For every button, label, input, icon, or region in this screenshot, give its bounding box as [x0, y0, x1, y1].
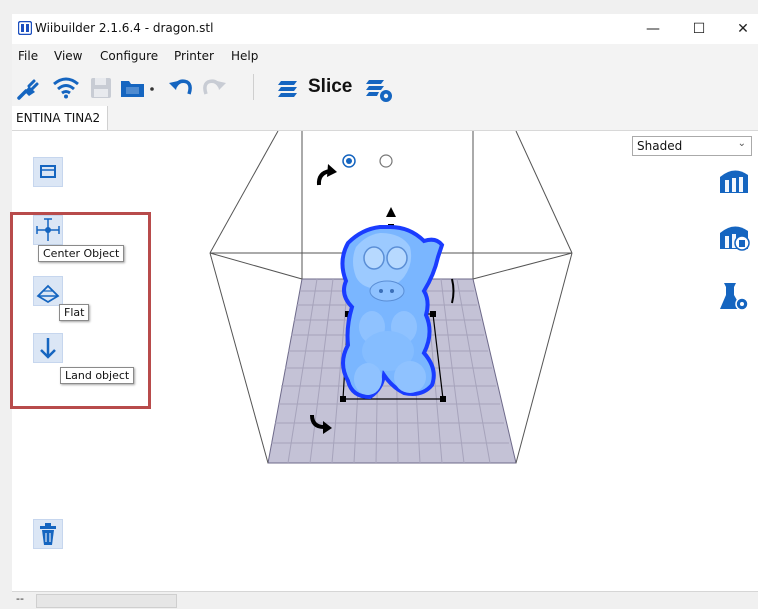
delete-button[interactable] [33, 519, 63, 549]
menu-configure[interactable]: Configure [100, 49, 158, 63]
flat-tooltip: Flat [59, 304, 90, 321]
reset-view-icon [40, 165, 56, 178]
land-object-icon [40, 338, 56, 359]
land-object-button[interactable] [33, 333, 63, 363]
center-object-tooltip: Center Object [38, 245, 125, 262]
trash-icon [40, 523, 56, 545]
undo-icon[interactable] [167, 76, 193, 100]
view-radio-2[interactable] [379, 154, 393, 168]
app-logo-icon [18, 21, 32, 35]
menu-printer[interactable]: Printer [174, 49, 214, 63]
menu-view[interactable]: View [54, 49, 82, 63]
center-object-icon [36, 218, 60, 241]
toolbar: Slice [12, 68, 758, 106]
flat-button[interactable] [33, 276, 63, 306]
toolbar-separator [253, 74, 254, 100]
menu-bar: File View Configure Printer Help [12, 44, 758, 68]
3d-viewport[interactable]: Shaded ⌄ Center Object Flat Land object [10, 131, 758, 591]
menu-help[interactable]: Help [231, 49, 258, 63]
slice-layers-icon[interactable] [275, 79, 301, 99]
close-button[interactable]: ✕ [728, 18, 758, 40]
support-icon[interactable] [716, 163, 752, 197]
status-bar: -- [12, 591, 758, 609]
land-object-tooltip: Land object [60, 367, 135, 384]
view-mode-select[interactable]: Shaded ⌄ [632, 136, 752, 156]
tab-printer[interactable]: ENTINA TINA2 [12, 106, 108, 130]
chevron-down-icon: ⌄ [737, 138, 746, 149]
menu-file[interactable]: File [18, 49, 38, 63]
support-erase-icon[interactable] [716, 219, 752, 253]
app-window: Wiibuilder 2.1.6.4 - dragon.stl — ☐ ✕ Fi… [10, 14, 758, 609]
minimize-button[interactable]: — [638, 18, 668, 40]
slice-button[interactable]: Slice [308, 76, 352, 98]
status-field [36, 594, 177, 608]
status-text: -- [16, 592, 24, 605]
view-radio-1[interactable] [342, 154, 356, 168]
wifi-icon[interactable] [52, 75, 80, 99]
center-object-button[interactable] [33, 215, 63, 245]
view-mode-value: Shaded [637, 139, 683, 153]
move-up-handle[interactable] [386, 207, 396, 217]
slice-settings-icon[interactable] [364, 77, 394, 103]
save-icon[interactable] [90, 77, 112, 99]
dragon-model[interactable] [340, 225, 445, 400]
printer-tab-bar: ENTINA TINA2 [12, 106, 758, 131]
flat-icon [36, 284, 60, 304]
window-title: Wiibuilder 2.1.6.4 - dragon.stl [35, 21, 214, 35]
flask-settings-icon[interactable] [716, 279, 752, 313]
title-bar: Wiibuilder 2.1.6.4 - dragon.stl — ☐ ✕ [12, 14, 758, 44]
redo-icon[interactable] [202, 76, 228, 100]
maximize-button[interactable]: ☐ [684, 18, 714, 40]
reset-view-button[interactable] [33, 157, 63, 187]
plug-icon[interactable] [16, 75, 44, 101]
open-folder-icon[interactable] [120, 77, 158, 99]
